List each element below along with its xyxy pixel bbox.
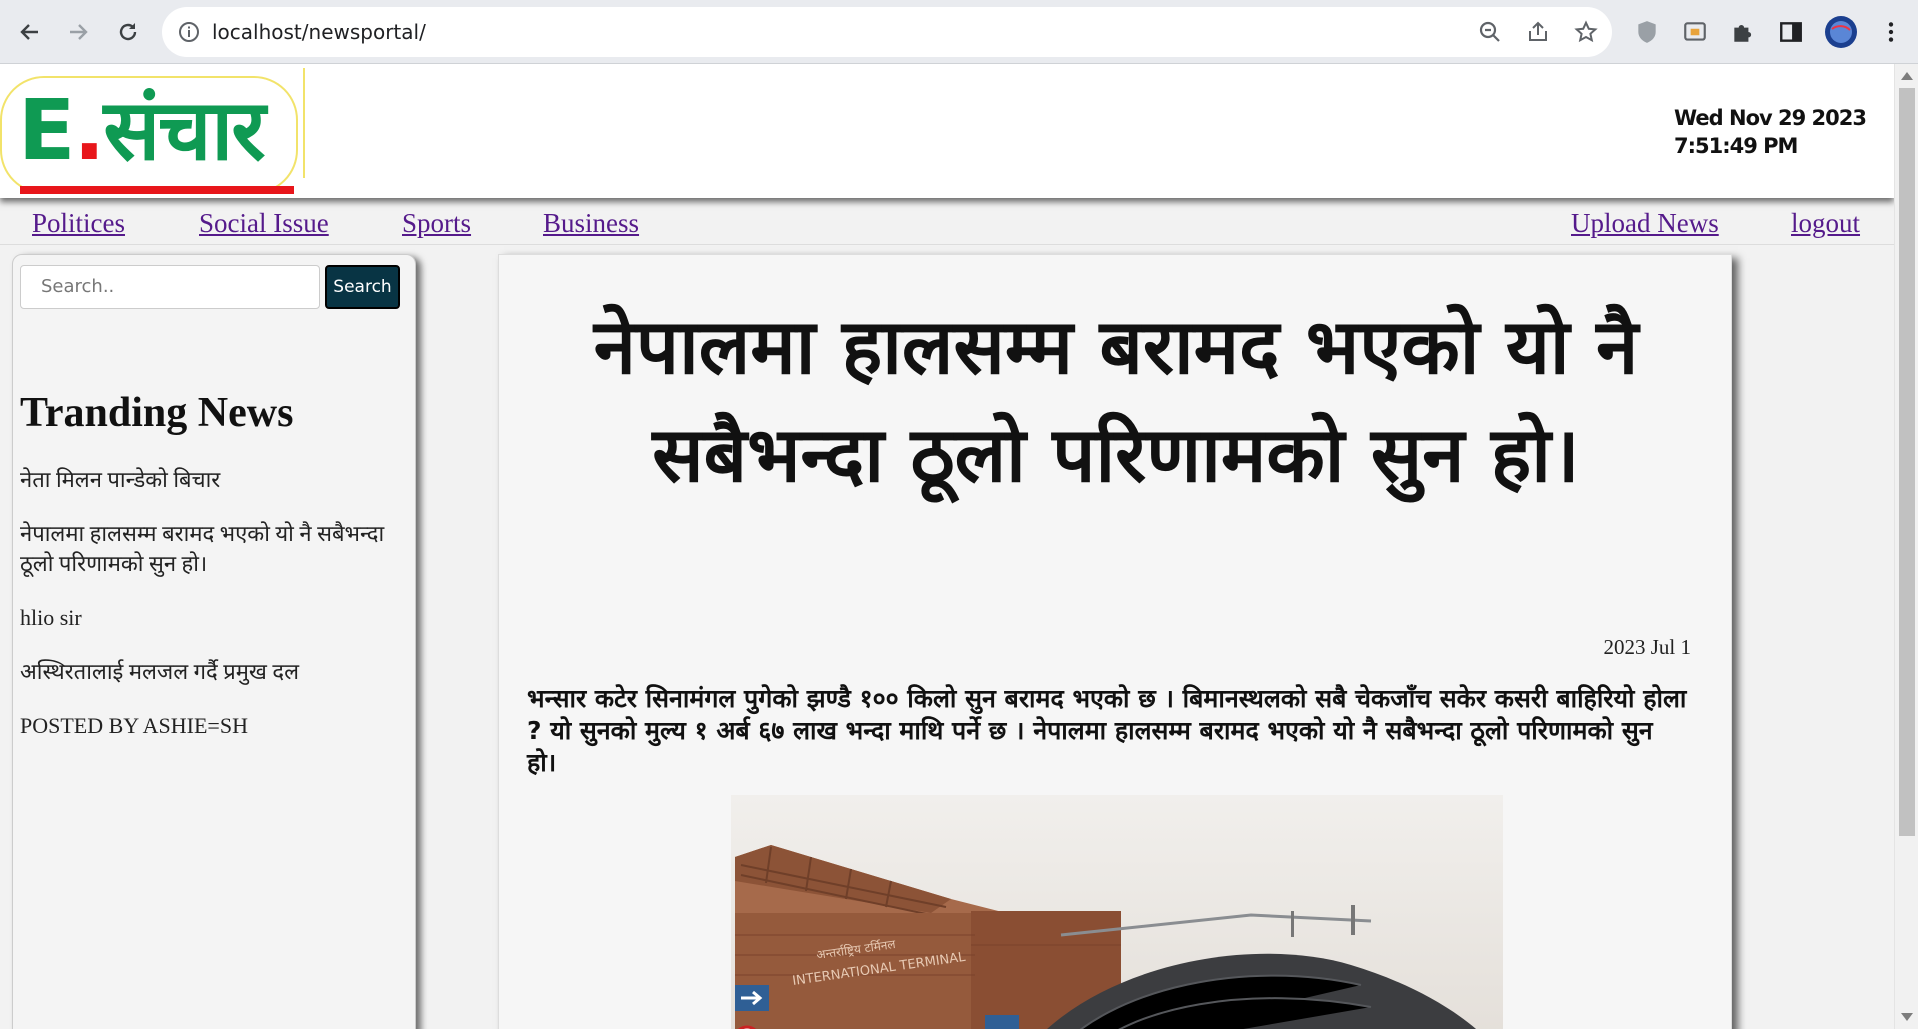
- side-panel-icon[interactable]: [1778, 19, 1804, 45]
- article-card: नेपालमा हालसम्म बरामद भएको यो नै सबैभन्द…: [498, 254, 1732, 1029]
- article-title: नेपालमा हालसम्म बरामद भएको यो नै सबैभन्द…: [593, 302, 1639, 499]
- browser-menu-icon[interactable]: [1878, 19, 1904, 45]
- article-date: 2023 Jul 1: [1603, 635, 1691, 659]
- airport-terminal-photo: अन्तर्राष्ट्रिय टर्मिनल INTERNATIONAL TE…: [731, 795, 1503, 1029]
- reload-icon: [119, 23, 137, 41]
- browser-toolbar: localhost/newsportal/: [0, 0, 1918, 64]
- nav-link-sports[interactable]: Sports: [402, 208, 471, 239]
- scroll-down-arrow-icon[interactable]: [1901, 1013, 1913, 1021]
- article-image: अन्तर्राष्ट्रिय टर्मिनल INTERNATIONAL TE…: [731, 795, 1503, 1029]
- back-button[interactable]: [12, 14, 48, 50]
- forward-button[interactable]: [60, 14, 96, 50]
- share-icon[interactable]: [1526, 20, 1550, 44]
- forward-arrow-icon: [70, 24, 88, 40]
- search-input[interactable]: Search..: [20, 265, 320, 309]
- logo-text: E.संचार: [18, 81, 266, 179]
- site-info-icon[interactable]: [178, 21, 200, 43]
- url-text[interactable]: localhost/newsportal/: [212, 20, 426, 44]
- web-page: E.संचार Wed Nov 29 2023 7:51:49 PM Polit…: [0, 64, 1894, 1029]
- trending-item[interactable]: hlio sir: [20, 603, 410, 633]
- profile-avatar-icon[interactable]: [1824, 15, 1858, 49]
- logo-underline: [20, 186, 294, 194]
- reload-button[interactable]: [110, 14, 146, 50]
- site-header: E.संचार Wed Nov 29 2023 7:51:49 PM: [0, 64, 1894, 198]
- logout-link[interactable]: logout: [1791, 208, 1860, 239]
- extensions-puzzle-icon[interactable]: [1730, 19, 1756, 45]
- logo-devanagari: संचार: [103, 81, 265, 179]
- nav-link-politics[interactable]: Politices: [32, 208, 125, 239]
- scroll-thumb[interactable]: [1899, 88, 1915, 836]
- category-nav: Politices Social Issue Sports Business U…: [0, 198, 1894, 245]
- back-arrow-icon: [20, 24, 38, 40]
- nav-link-social-issue[interactable]: Social Issue: [199, 208, 329, 239]
- trending-item[interactable]: POSTED BY ASHIE=SH: [20, 711, 410, 741]
- site-logo[interactable]: E.संचार: [0, 76, 298, 194]
- sidebar: Search.. Search Tranding News नेता मिलन …: [12, 254, 416, 1029]
- trending-title: Tranding News: [20, 390, 294, 436]
- address-bar[interactable]: localhost/newsportal/: [162, 7, 1612, 57]
- bookmark-star-icon[interactable]: [1574, 20, 1598, 44]
- upload-news-link[interactable]: Upload News: [1571, 208, 1719, 239]
- vertical-scrollbar[interactable]: [1894, 64, 1918, 1029]
- article-body: भन्सार कटेर सिनामंगल पुगेको झण्डै १०० कि…: [527, 684, 1687, 777]
- date-time-display: Wed Nov 29 2023 7:51:49 PM: [1674, 104, 1867, 160]
- nav-link-business[interactable]: Business: [543, 208, 639, 239]
- current-time: 7:51:49 PM: [1674, 134, 1798, 158]
- scroll-up-arrow-icon[interactable]: [1901, 72, 1913, 80]
- shield-extension-icon[interactable]: [1634, 19, 1660, 45]
- zoom-icon[interactable]: [1478, 20, 1502, 44]
- logo-divider: [303, 68, 305, 178]
- cast-extension-icon[interactable]: [1682, 19, 1708, 45]
- logo-dot: .: [73, 81, 105, 179]
- current-date: Wed Nov 29 2023: [1674, 106, 1867, 130]
- trending-item[interactable]: अस्थिरतालाई मलजल गर्दै प्रमुख दल: [20, 657, 410, 687]
- logo-latin: E: [18, 81, 75, 179]
- trending-item[interactable]: नेता मिलन पान्डेको बिचार: [20, 465, 410, 495]
- search-button[interactable]: Search: [325, 265, 400, 309]
- trending-item[interactable]: नेपालमा हालसम्म बरामद भएको यो नै सबैभन्द…: [20, 519, 410, 579]
